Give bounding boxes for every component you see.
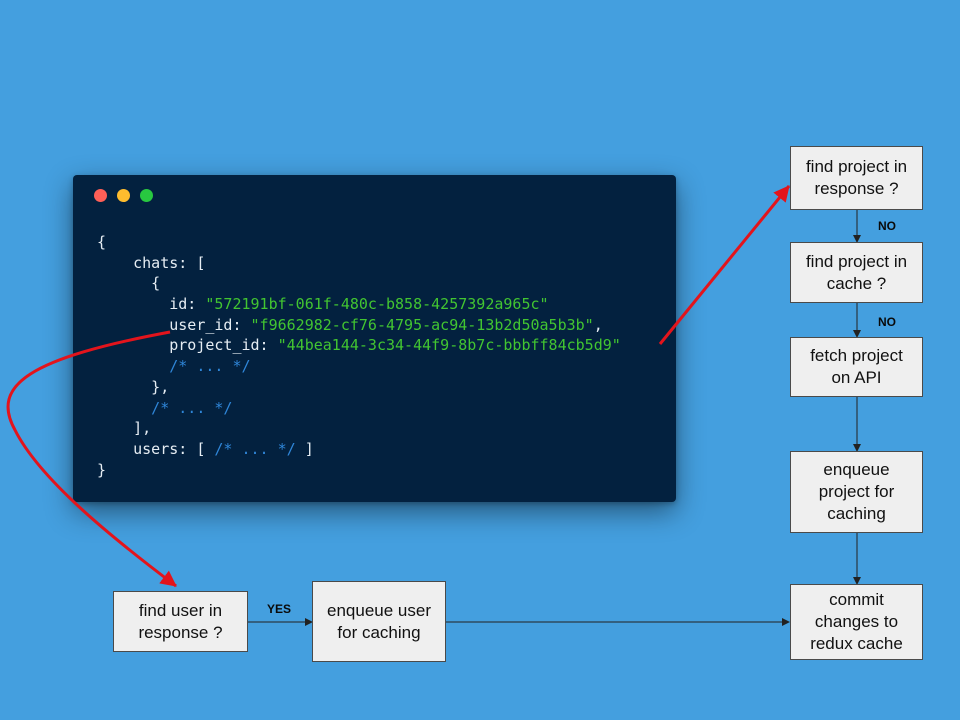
find-project-in-response-box: find project in response ?: [790, 146, 923, 210]
no-label-1: NO: [878, 219, 896, 233]
find-user-in-response-box: find user in response ?: [113, 591, 248, 652]
no-label-2: NO: [878, 315, 896, 329]
commit-changes-box: commit changes to redux cache: [790, 584, 923, 660]
user-id-pointer-arrow: [6, 330, 177, 588]
project-id-pointer-arrow: [658, 185, 791, 345]
enqueue-user-for-caching-box: enqueue user for caching: [312, 581, 446, 662]
yes-label: YES: [267, 602, 292, 616]
find-project-in-cache-box: find project in cache ?: [790, 242, 923, 303]
fetch-project-on-api-box: fetch project on API: [790, 337, 923, 397]
enqueue-project-for-caching-box: enqueue project for caching: [790, 451, 923, 533]
